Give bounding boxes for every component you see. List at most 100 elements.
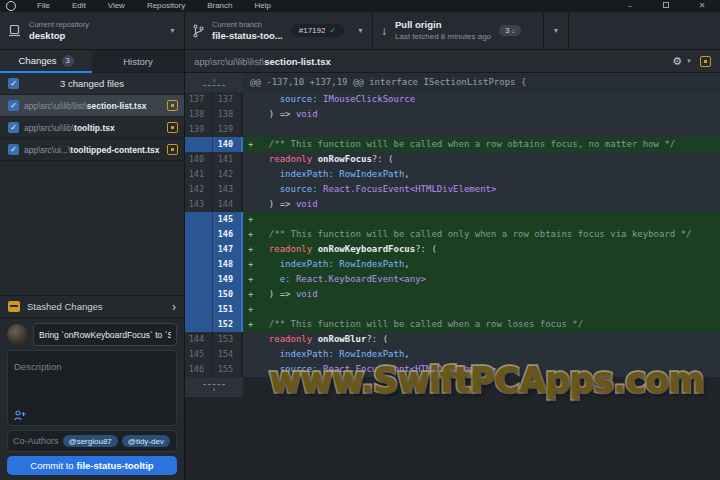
commit-button-prefix: Commit to: [30, 460, 73, 471]
diff-line[interactable]: 152+ /** This function will be called wh…: [185, 317, 720, 332]
diff-lines: 137137 source: IMouseClickSource138138 )…: [185, 92, 720, 377]
pull-options-dropdown[interactable]: ▼: [543, 12, 569, 49]
menu-repository[interactable]: Repository: [136, 0, 196, 12]
close-button[interactable]: ✕: [684, 0, 720, 12]
menu-edit[interactable]: Edit: [61, 0, 97, 12]
diff-line[interactable]: 145+: [185, 212, 720, 227]
diff-line[interactable]: 149+ e: React.KeyboardEvent<any>: [185, 272, 720, 287]
github-logo-icon: [6, 1, 16, 11]
expand-hunk-down-button[interactable]: ↓: [185, 377, 243, 397]
diff-line[interactable]: 140141 readonly onRowFocus?: (: [185, 152, 720, 167]
diff-file-path: app\src\ui\lib\list\section-list.tsx: [194, 56, 331, 67]
commit-button[interactable]: Commit to file-status-tooltip: [7, 456, 177, 475]
file-path: app\src\ui...\tooltipped-content.tsx: [24, 145, 162, 155]
toolbar: Current repository desktop ▼ Current bra…: [0, 12, 720, 50]
diff-line[interactable]: 140+ /** This function will be called wh…: [185, 137, 720, 152]
diff-header: app\src\ui\lib\list\section-list.tsx ⚙▼: [185, 50, 720, 73]
diff-line[interactable]: 151+: [185, 302, 720, 317]
minimize-button[interactable]: –: [612, 0, 648, 12]
current-branch-button[interactable]: Current branch file-status-too... #17192…: [185, 12, 373, 49]
pull-title: Pull origin: [395, 19, 491, 31]
diff-line[interactable]: 148+ indexPath: RowIndexPath,: [185, 257, 720, 272]
modified-status-icon: [700, 56, 711, 67]
pull-subtitle: Last fetched 8 minutes ago: [395, 31, 491, 42]
stashed-changes-row[interactable]: Stashed Changes ›: [0, 295, 184, 318]
branch-name: file-status-too...: [212, 30, 283, 42]
commit-description-textarea[interactable]: Description: [7, 350, 177, 426]
pull-origin-button[interactable]: ↓ Pull origin Last fetched 8 minutes ago…: [373, 12, 543, 49]
chevron-down-icon: ▼: [553, 27, 560, 34]
menu-bar: FileEditViewRepositoryBranchHelp – ✕: [0, 0, 720, 12]
changes-count-badge: 3: [62, 55, 74, 67]
menu-file[interactable]: File: [26, 0, 61, 12]
pr-number-badge: #17192✓: [291, 24, 344, 37]
file-row[interactable]: app\src\ui...\tooltipped-content.tsx: [0, 139, 184, 161]
file-row[interactable]: app\src\ui\lib\tooltip.tsx: [0, 117, 184, 139]
expand-hunk-up-button[interactable]: ↑: [185, 73, 243, 92]
avatar: [7, 324, 28, 345]
file-path: app\src\ui\lib\tooltip.tsx: [24, 123, 162, 133]
file-path: app\src\ui\lib\list\section-list.tsx: [24, 101, 162, 111]
repository-name: desktop: [29, 30, 89, 42]
diff-line[interactable]: 150+ ) => void: [185, 287, 720, 302]
coauthor-pills: @sergiou87 @tidy-dev: [63, 435, 170, 447]
computer-icon: [8, 24, 21, 37]
pull-count-badge: 3↓: [499, 25, 521, 36]
diff-line[interactable]: 138138 ) => void: [185, 107, 720, 122]
tab-history[interactable]: History: [92, 50, 184, 73]
menu-help[interactable]: Help: [244, 0, 282, 12]
menu-view[interactable]: View: [97, 0, 136, 12]
hunk-header-row: ↑ @@ -137,10 +137,19 @@ interface ISecti…: [185, 73, 720, 92]
commit-button-branch: file-status-tooltip: [77, 460, 154, 471]
diff-panel: app\src\ui\lib\list\section-list.tsx ⚙▼ …: [185, 50, 720, 480]
hunk-header-text: @@ -137,10 +137,19 @@ interface ISection…: [243, 73, 720, 92]
files-header: 3 changed files: [0, 73, 184, 95]
diff-line[interactable]: 146155 source: React.FocusEvent<HTMLDivE…: [185, 362, 720, 377]
changed-files-count: 3 changed files: [0, 78, 184, 89]
github-desktop-window: FileEditViewRepositoryBranchHelp – ✕ Cur…: [0, 0, 720, 480]
modified-status-icon: [167, 144, 178, 155]
commit-form: Description Co-Authors @sergiou87 @tidy-d…: [0, 318, 184, 480]
tab-changes[interactable]: Changes 3: [0, 50, 92, 73]
coauthors-field[interactable]: Co-Authors @sergiou87 @tidy-dev: [7, 430, 177, 452]
coauthors-label: Co-Authors: [13, 436, 59, 446]
description-placeholder: Description: [14, 361, 62, 372]
diff-line[interactable]: 137137 source: IMouseClickSource: [185, 92, 720, 107]
diff-line[interactable]: 144153 readonly onRowBlur?: (: [185, 332, 720, 347]
chevron-down-icon: ▼: [357, 27, 364, 34]
current-repository-button[interactable]: Current repository desktop ▼: [0, 12, 185, 49]
file-checkbox[interactable]: [8, 144, 19, 155]
maximize-button[interactable]: [648, 0, 684, 12]
diff-body: ↑ @@ -137,10 +137,19 @@ interface ISecti…: [185, 73, 720, 480]
stash-icon: [8, 301, 20, 312]
chevron-down-icon: ▼: [169, 27, 176, 34]
expand-down-row: ↓: [185, 377, 720, 397]
arrow-down-icon: ↓: [381, 24, 387, 38]
add-coauthor-icon[interactable]: [14, 410, 26, 421]
diff-line[interactable]: 141142 indexPath: RowIndexPath,: [185, 167, 720, 182]
tab-history-label: History: [123, 56, 153, 67]
file-row[interactable]: app\src\ui\lib\list\section-list.tsx: [0, 95, 184, 117]
diff-line[interactable]: 142143 source: React.FocusEvent<HTMLDivE…: [185, 182, 720, 197]
menu-branch[interactable]: Branch: [196, 0, 243, 12]
commit-summary-input[interactable]: [33, 323, 177, 346]
diff-options-gear-icon[interactable]: ⚙▼: [672, 55, 692, 68]
menu-items: FileEditViewRepositoryBranchHelp: [26, 0, 282, 12]
branch-label: Current branch: [212, 20, 283, 30]
chevron-down-icon: ▼: [686, 58, 692, 64]
stashed-changes-label: Stashed Changes: [27, 301, 103, 312]
diff-line[interactable]: 145154 indexPath: RowIndexPath,: [185, 347, 720, 362]
diff-line[interactable]: 143144 ) => void: [185, 197, 720, 212]
file-checkbox[interactable]: [8, 122, 19, 133]
coauthor-pill[interactable]: @tidy-dev: [122, 435, 170, 447]
diff-line[interactable]: 139139: [185, 122, 720, 137]
file-checkbox[interactable]: [8, 100, 19, 111]
coauthor-pill[interactable]: @sergiou87: [63, 435, 118, 447]
diff-line[interactable]: 146+ /** This function will be called on…: [185, 227, 720, 242]
diff-line[interactable]: 147+ readonly onRowKeyboardFocus?: (: [185, 242, 720, 257]
repository-label: Current repository: [29, 20, 89, 30]
window-controls: – ✕: [612, 0, 720, 12]
file-list: app\src\ui\lib\list\section-list.tsx app\…: [0, 95, 184, 161]
modified-status-icon: [167, 100, 178, 111]
modified-status-icon: [167, 122, 178, 133]
